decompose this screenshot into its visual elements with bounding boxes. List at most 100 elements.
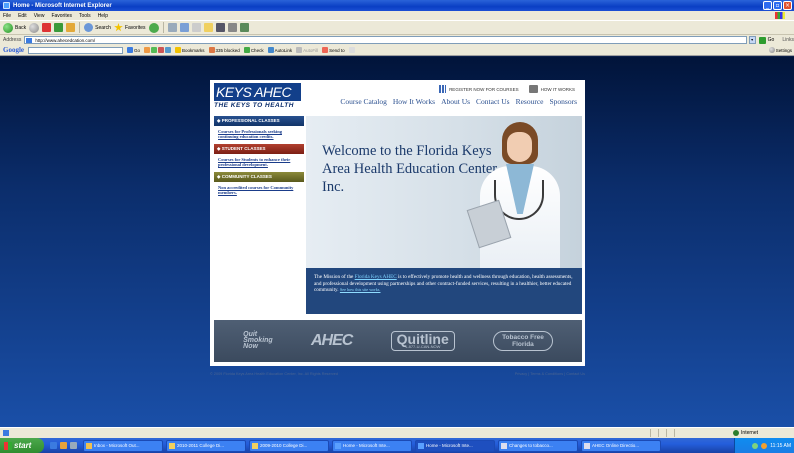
- task-inbox[interactable]: Inbox - Microsoft Out...: [83, 439, 163, 452]
- task-home-2[interactable]: Home - Microsoft Inte...: [415, 439, 495, 452]
- address-input[interactable]: http://www.ahecedcation.com/: [24, 36, 747, 44]
- nav-sponsors[interactable]: Sponsors: [549, 97, 577, 106]
- history-icon[interactable]: [167, 23, 177, 32]
- mail-icon: [501, 442, 507, 449]
- autolink-button[interactable]: AutoLink: [267, 47, 292, 53]
- clock[interactable]: 11:15 AM: [770, 443, 791, 449]
- spellcheck-button[interactable]: Check: [243, 47, 264, 53]
- discuss-icon[interactable]: [239, 23, 249, 32]
- menu-help[interactable]: Help: [98, 13, 108, 19]
- task-home-1[interactable]: Home - Microsoft Inte...: [332, 439, 412, 452]
- sendto-icon: [322, 47, 329, 53]
- popup-blocked-button[interactable]: 335 blocked: [208, 47, 240, 53]
- research-icon[interactable]: [215, 23, 225, 32]
- favorites-button[interactable]: Favorites: [114, 23, 146, 32]
- quick-launch: [50, 442, 77, 449]
- nav-how-it-works[interactable]: How It Works: [393, 97, 435, 106]
- menu-file[interactable]: File: [3, 13, 11, 19]
- google-logo[interactable]: Google: [3, 46, 24, 54]
- search-button[interactable]: Search: [84, 23, 111, 32]
- media-icon[interactable]: [148, 22, 159, 33]
- category-professional-link[interactable]: Courses for Professionals seeking contin…: [214, 126, 304, 144]
- windows-logo-icon: [4, 441, 12, 450]
- folder-icon: [169, 442, 175, 449]
- nav-about-us[interactable]: About Us: [441, 97, 470, 106]
- address-label: Address: [3, 37, 22, 43]
- category-community[interactable]: ◆ COMMUNITY CLASSES: [214, 172, 304, 182]
- print-icon[interactable]: [191, 23, 201, 32]
- sendto-label: Send to: [329, 47, 345, 53]
- site-footer: © 2009 Florida Keys Area Health Educatio…: [210, 372, 585, 376]
- mission-ahec-link[interactable]: Florida Keys AHEC: [355, 274, 397, 280]
- desktop-quicklaunch-icon[interactable]: [70, 442, 77, 449]
- category-professional[interactable]: ◆ PROFESSIONAL CLASSES: [214, 116, 304, 126]
- status-page-icon: [3, 430, 9, 436]
- bookmark-star-icon: [175, 47, 182, 53]
- tobacco-free-florida-logo[interactable]: Tobacco Free Florida: [493, 331, 553, 351]
- go-button[interactable]: Go: [758, 36, 775, 44]
- folder-icon: [252, 442, 258, 449]
- maximize-button[interactable]: ▫: [773, 1, 782, 10]
- see-how-link[interactable]: See how this site works.: [340, 287, 381, 292]
- address-dropdown[interactable]: ▾: [748, 36, 756, 44]
- nav-course-catalog[interactable]: Course Catalog: [340, 97, 386, 106]
- register-link[interactable]: REGISTER NOW FOR COURSES: [439, 85, 519, 93]
- gb-extra-buttons[interactable]: [144, 47, 172, 53]
- autofill-button[interactable]: AutoFill: [296, 47, 318, 53]
- category-student-link[interactable]: Courses for Students to enhance their pr…: [214, 154, 304, 172]
- start-button[interactable]: start: [0, 438, 44, 453]
- google-go-button[interactable]: Go: [127, 47, 140, 53]
- ie-quicklaunch-icon[interactable]: [50, 442, 57, 449]
- ie-icon: [418, 442, 424, 449]
- news-icon: [151, 47, 158, 53]
- bookmarks-button[interactable]: Bookmarks: [175, 47, 205, 53]
- quit-smoking-logo[interactable]: Quit Smoking Now: [243, 331, 273, 350]
- sendto-button[interactable]: Send to: [322, 47, 345, 53]
- go-label: Go: [767, 37, 775, 43]
- popup-blocker-icon: [208, 47, 215, 53]
- settings-button[interactable]: Settings: [768, 47, 792, 53]
- footer-links[interactable]: Privacy | Terms & Conditions | Contact U…: [515, 372, 585, 376]
- refresh-icon[interactable]: [54, 23, 64, 32]
- nav-resource[interactable]: Resource: [516, 97, 544, 106]
- nav-contact-us[interactable]: Contact Us: [476, 97, 510, 106]
- links-button[interactable]: Links: [782, 37, 794, 43]
- task-2009-2010[interactable]: 2009-2010 College Di...: [249, 439, 329, 452]
- mission-statement: The Mission of the Florida Keys AHEC is …: [306, 268, 582, 314]
- keys-ahec-logo[interactable]: KEYS AHEC THE KEYS TO HEALTH: [214, 83, 301, 111]
- task-label: Inbox - Microsoft Out...: [94, 443, 140, 448]
- forward-button[interactable]: [29, 22, 40, 33]
- menu-favorites[interactable]: Favorites: [51, 13, 72, 19]
- camera-icon: [528, 85, 538, 93]
- task-ahec-online[interactable]: AHEC Online Directio...: [581, 439, 661, 452]
- go-icon: [127, 47, 133, 53]
- register-icon: [439, 85, 447, 93]
- menu-view[interactable]: View: [34, 13, 45, 19]
- stop-icon[interactable]: [42, 23, 52, 32]
- toolbar-separator: [79, 22, 81, 33]
- back-arrow-icon: [3, 22, 13, 33]
- task-2010-2011[interactable]: 2010-2011 College Di...: [166, 439, 246, 452]
- quitline-logo[interactable]: Quitline 1-877-U-CAN-NOW: [390, 331, 455, 351]
- minimize-button[interactable]: _: [763, 1, 772, 10]
- category-student[interactable]: ◆ STUDENT CLASSES: [214, 144, 304, 154]
- google-search-input[interactable]: [28, 46, 123, 54]
- ahec-partner-logo[interactable]: AHEC: [311, 332, 353, 350]
- outlook-quicklaunch-icon[interactable]: [60, 442, 67, 449]
- home-icon[interactable]: [66, 23, 76, 32]
- folder-icon[interactable]: [203, 23, 213, 32]
- messenger-icon[interactable]: [227, 23, 237, 32]
- task-changes-tobacco[interactable]: Changes to tobacco...: [498, 439, 578, 452]
- security-icon[interactable]: [761, 442, 768, 449]
- blocked-label: 335 blocked: [215, 47, 240, 53]
- highlight-button[interactable]: [348, 47, 355, 53]
- how-it-works-link[interactable]: HOW IT WORKS: [528, 85, 575, 93]
- back-button[interactable]: Back: [3, 22, 26, 33]
- network-icon[interactable]: [752, 442, 759, 449]
- mission-text: The Mission of the Florida Keys AHEC is …: [314, 274, 574, 294]
- category-community-link[interactable]: Non accredited courses for Community mem…: [214, 182, 304, 200]
- menu-edit[interactable]: Edit: [18, 13, 27, 19]
- mail-icon[interactable]: [179, 23, 189, 32]
- menu-tools[interactable]: Tools: [79, 13, 91, 19]
- close-button[interactable]: ×: [783, 1, 792, 10]
